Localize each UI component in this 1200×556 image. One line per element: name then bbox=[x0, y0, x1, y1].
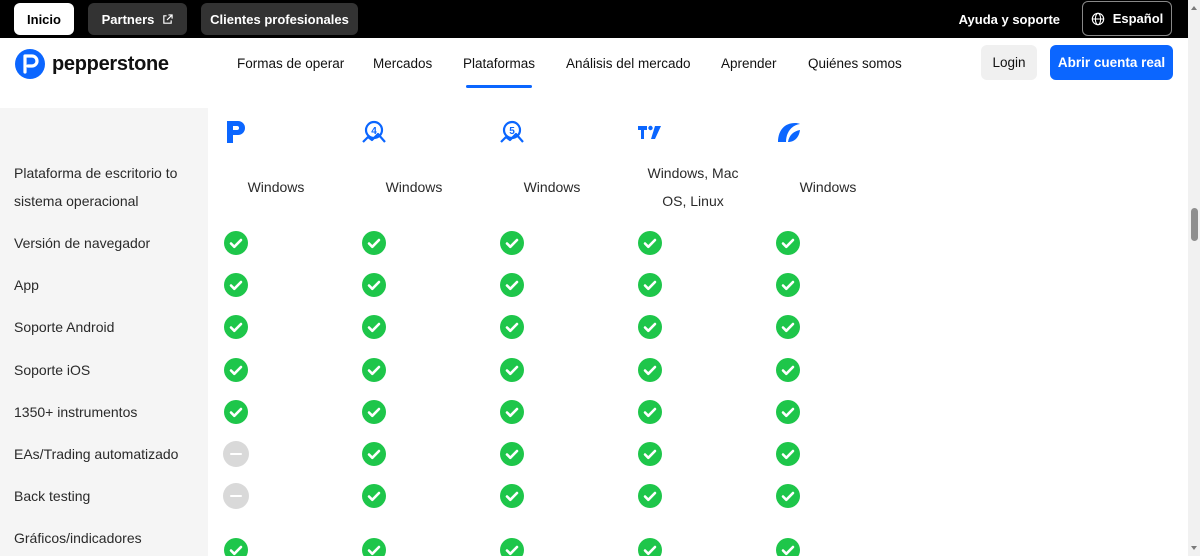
top-bar: Inicio Partners Clientes profesionales A… bbox=[0, 0, 1188, 38]
check-icon bbox=[776, 273, 800, 297]
check-icon bbox=[362, 315, 386, 339]
check-icon bbox=[362, 400, 386, 424]
page-scrollbar[interactable] bbox=[1188, 0, 1200, 556]
nav-formas-de-operar[interactable]: Formas de operar bbox=[237, 38, 344, 88]
check-icon bbox=[500, 484, 524, 508]
clientes-label: Clientes profesionales bbox=[210, 11, 349, 27]
ayuda-label: Ayuda y soporte bbox=[958, 11, 1060, 27]
row-label: 1350+ instrumentos bbox=[14, 404, 138, 420]
check-icon bbox=[776, 484, 800, 508]
partners-tab[interactable]: Partners bbox=[88, 3, 187, 35]
nav-analisis-del-mercado[interactable]: Análisis del mercado bbox=[566, 38, 691, 88]
check-icon bbox=[362, 231, 386, 255]
check-icon bbox=[776, 538, 800, 556]
check-icon bbox=[224, 358, 248, 382]
check-icon bbox=[362, 442, 386, 466]
scroll-up-arrow-icon[interactable] bbox=[1190, 4, 1198, 12]
scroll-down-arrow-icon[interactable] bbox=[1190, 544, 1198, 552]
check-icon bbox=[224, 231, 248, 255]
row-label: Back testing bbox=[14, 488, 91, 504]
tradingview-icon bbox=[638, 125, 661, 139]
check-icon bbox=[638, 538, 662, 556]
check-icon bbox=[224, 273, 248, 297]
external-link-icon bbox=[163, 13, 174, 24]
check-icon bbox=[500, 315, 524, 339]
check-icon bbox=[500, 442, 524, 466]
logo-text: pepperstone bbox=[52, 52, 169, 75]
os-value: Windows bbox=[385, 179, 443, 195]
row-label: Versión de navegador bbox=[14, 235, 151, 251]
unavailable-icon bbox=[223, 441, 249, 467]
globe-icon bbox=[1091, 12, 1104, 25]
check-icon bbox=[776, 442, 800, 466]
check-icon bbox=[500, 273, 524, 297]
clientes-profesionales-tab[interactable]: Clientes profesionales bbox=[201, 3, 358, 35]
main-nav: pepperstone Formas de operar Mercados Pl… bbox=[0, 38, 1188, 94]
check-icon bbox=[776, 358, 800, 382]
login-button[interactable]: Login bbox=[981, 45, 1037, 80]
check-icon bbox=[776, 231, 800, 255]
os-value: Windows bbox=[523, 179, 581, 195]
partners-label: Partners bbox=[101, 11, 155, 27]
row-label-sistema-operacional: Plataforma de escritorio to sistema oper… bbox=[14, 165, 178, 209]
check-icon bbox=[638, 442, 662, 466]
check-icon bbox=[362, 538, 386, 556]
ctrader-icon bbox=[778, 123, 800, 142]
metatrader4-icon: 4 bbox=[362, 120, 386, 143]
check-icon bbox=[638, 273, 662, 297]
check-icon bbox=[500, 400, 524, 424]
row-label: Soporte Android bbox=[14, 319, 115, 335]
row-label: Gráficos/indicadores bbox=[14, 530, 142, 546]
check-icon bbox=[500, 358, 524, 382]
check-icon bbox=[638, 231, 662, 255]
check-icon bbox=[776, 400, 800, 424]
os-value: Windows bbox=[247, 179, 305, 195]
language-selector[interactable]: Español bbox=[1082, 1, 1172, 36]
check-icon bbox=[500, 231, 524, 255]
check-icon bbox=[638, 315, 662, 339]
check-icon bbox=[362, 273, 386, 297]
check-icon bbox=[224, 538, 248, 556]
os-value: Windows bbox=[799, 179, 857, 195]
language-label: Español bbox=[1112, 11, 1164, 26]
row-label: Soporte iOS bbox=[14, 362, 91, 378]
os-value: Windows, Mac OS, Linux bbox=[647, 165, 739, 209]
metatrader5-icon: 5 bbox=[500, 120, 524, 143]
check-icon bbox=[638, 358, 662, 382]
pepperstone-logo-icon bbox=[15, 49, 45, 79]
row-label: App bbox=[14, 277, 39, 293]
abrir-cuenta-real-button[interactable]: Abrir cuenta real bbox=[1050, 45, 1173, 80]
check-icon bbox=[224, 400, 248, 424]
ayuda-soporte-link[interactable]: Ayuda y soporte bbox=[959, 0, 1060, 38]
nav-aprender[interactable]: Aprender bbox=[721, 38, 777, 88]
inicio-label: Inicio bbox=[27, 11, 61, 27]
check-icon bbox=[776, 315, 800, 339]
inicio-tab[interactable]: Inicio bbox=[14, 3, 74, 35]
scrollbar-thumb[interactable] bbox=[1191, 208, 1198, 241]
row-label: EAs/Trading automatizado bbox=[14, 446, 179, 462]
nav-quienes-somos[interactable]: Quiénes somos bbox=[808, 38, 902, 88]
check-icon bbox=[638, 400, 662, 424]
unavailable-icon bbox=[223, 483, 249, 509]
nav-plataformas[interactable]: Plataformas bbox=[463, 38, 535, 88]
check-icon bbox=[224, 315, 248, 339]
pepperstone-icon bbox=[227, 121, 245, 143]
check-icon bbox=[638, 484, 662, 508]
check-icon bbox=[500, 538, 524, 556]
pepperstone-logo[interactable]: pepperstone bbox=[14, 48, 169, 80]
check-icon bbox=[362, 358, 386, 382]
check-icon bbox=[362, 484, 386, 508]
nav-mercados[interactable]: Mercados bbox=[373, 38, 432, 88]
